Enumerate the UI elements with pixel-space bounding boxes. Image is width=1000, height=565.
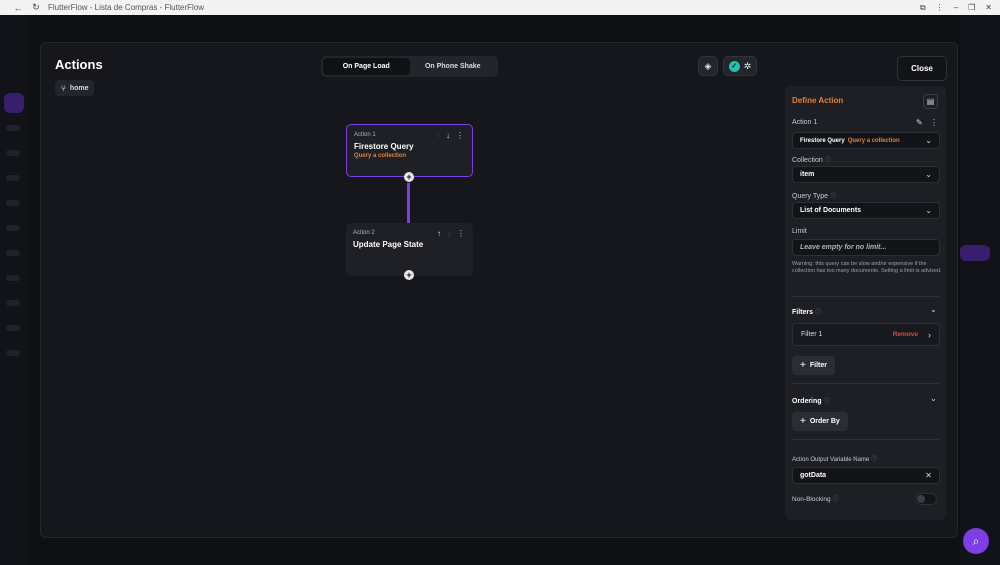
background-accent: [4, 93, 24, 113]
bug-icon: ✲: [743, 60, 752, 71]
query-type-select[interactable]: List of Documents ⌄: [792, 202, 940, 219]
chevron-down-icon: ⌄: [925, 170, 932, 179]
ordering-header: Ordering ⓘ: [792, 398, 830, 405]
restore-icon[interactable]: ❐: [968, 3, 975, 13]
move-down-icon[interactable]: ↓: [446, 131, 450, 140]
browser-titlebar: ← ↻ FlutterFlow - Lista de Compras - Flu…: [0, 0, 1000, 15]
debug-button[interactable]: ✓ ✲: [723, 56, 757, 76]
page-chip-label: home: [69, 84, 89, 92]
modal-title: Actions: [55, 57, 103, 72]
search-icon: ⌕: [972, 533, 980, 548]
action-subtitle: Query a collection: [354, 153, 407, 159]
move-up-icon[interactable]: ↑: [437, 229, 441, 238]
trigger-toggle: On Page Load On Phone Shake: [321, 56, 498, 77]
chevron-down-icon[interactable]: ⌄: [930, 394, 937, 403]
remove-filter-button[interactable]: Remove: [893, 331, 918, 338]
add-order-by-button[interactable]: + Order By: [792, 412, 848, 431]
action-more-icon[interactable]: ⋮: [930, 118, 938, 127]
tab-on-page-load[interactable]: On Page Load: [323, 58, 410, 75]
info-icon: ⓘ: [815, 310, 822, 316]
action-card-2[interactable]: Action 2 Update Page State ↑ ↓ ⋮: [346, 223, 473, 276]
check-icon: ✓: [728, 60, 740, 72]
close-window-icon[interactable]: ✕: [985, 3, 992, 13]
gem-icon: ◈: [704, 60, 712, 71]
limit-label: Limit: [792, 228, 807, 235]
action-label: Action 1: [792, 119, 818, 126]
chevron-down-icon[interactable]: ⌄: [930, 305, 937, 314]
move-up-icon[interactable]: ↑: [436, 131, 440, 140]
docs-icon[interactable]: ▤: [923, 94, 938, 109]
gem-button[interactable]: ◈: [698, 56, 718, 76]
chevron-down-icon: ⌄: [925, 136, 932, 145]
filter-row[interactable]: Filter 1 Remove ›: [792, 323, 940, 346]
collection-select[interactable]: item ⌄: [792, 166, 940, 183]
tab-title: FlutterFlow - Lista de Compras - Flutter…: [48, 3, 205, 12]
filters-header: Filters ⓘ: [792, 309, 822, 316]
collection-label: Collection ⓘ: [792, 157, 831, 164]
more-menu-icon[interactable]: ⋮: [936, 3, 944, 13]
define-action-panel: Define Action ▤ Action 1 ✎ ⋮ Firestore Q…: [785, 86, 946, 520]
actions-modal: Actions ⑂ home On Page Load On Phone Sha…: [40, 42, 958, 538]
tab-on-phone-shake[interactable]: On Phone Shake: [410, 58, 497, 75]
chevron-down-icon: ⌄: [925, 206, 932, 215]
query-type-label: Query Type ⓘ: [792, 193, 837, 200]
reload-icon[interactable]: ↻: [30, 2, 42, 13]
plus-icon: +: [800, 360, 806, 371]
edit-icon[interactable]: ✎: [916, 118, 923, 127]
info-icon: ⓘ: [832, 497, 839, 503]
panel-title: Define Action: [792, 96, 844, 105]
background-right-panel: [960, 15, 1000, 565]
page-chip[interactable]: ⑂ home: [55, 80, 95, 96]
limit-warning: Warning: this query can be slow and/or e…: [792, 261, 942, 274]
minimize-icon[interactable]: –: [954, 3, 958, 13]
more-options-icon[interactable]: ⋮: [457, 229, 465, 238]
close-button[interactable]: Close: [897, 56, 947, 81]
clear-icon[interactable]: ✕: [925, 471, 932, 480]
action-name: Update Page State: [353, 240, 424, 249]
more-options-icon[interactable]: ⋮: [456, 131, 464, 140]
info-icon: ⓘ: [871, 457, 878, 463]
page-tree-icon: ⑂: [61, 83, 66, 93]
action-card-1[interactable]: Action 1 Firestore Query Query a collect…: [346, 124, 473, 177]
plus-icon: +: [800, 416, 806, 427]
add-filter-button[interactable]: + Filter: [792, 356, 835, 375]
search-fab[interactable]: ⌕: [963, 528, 989, 554]
info-icon: ⓘ: [824, 158, 831, 164]
background-sidebar: [0, 15, 28, 565]
non-blocking-label: Non-Blocking ⓘ: [792, 496, 839, 503]
back-icon[interactable]: ←: [12, 3, 24, 13]
action-type-select[interactable]: Firestore Query Query a collection ⌄: [792, 132, 940, 149]
output-var-label: Action Output Variable Name ⓘ: [792, 457, 878, 463]
output-var-input[interactable]: gotData ✕: [792, 467, 940, 484]
action-name: Firestore Query: [354, 142, 414, 151]
non-blocking-toggle[interactable]: [915, 493, 937, 505]
action-connector: [407, 183, 410, 223]
move-down-icon[interactable]: ↓: [447, 229, 451, 238]
extensions-icon[interactable]: ⧉: [920, 3, 926, 13]
limit-input[interactable]: Leave empty for no limit...: [792, 239, 940, 256]
chevron-right-icon: ›: [928, 329, 931, 340]
add-action-button[interactable]: +: [404, 172, 414, 182]
add-action-button[interactable]: +: [404, 270, 414, 280]
info-icon: ⓘ: [830, 194, 837, 200]
info-icon: ⓘ: [823, 399, 830, 405]
